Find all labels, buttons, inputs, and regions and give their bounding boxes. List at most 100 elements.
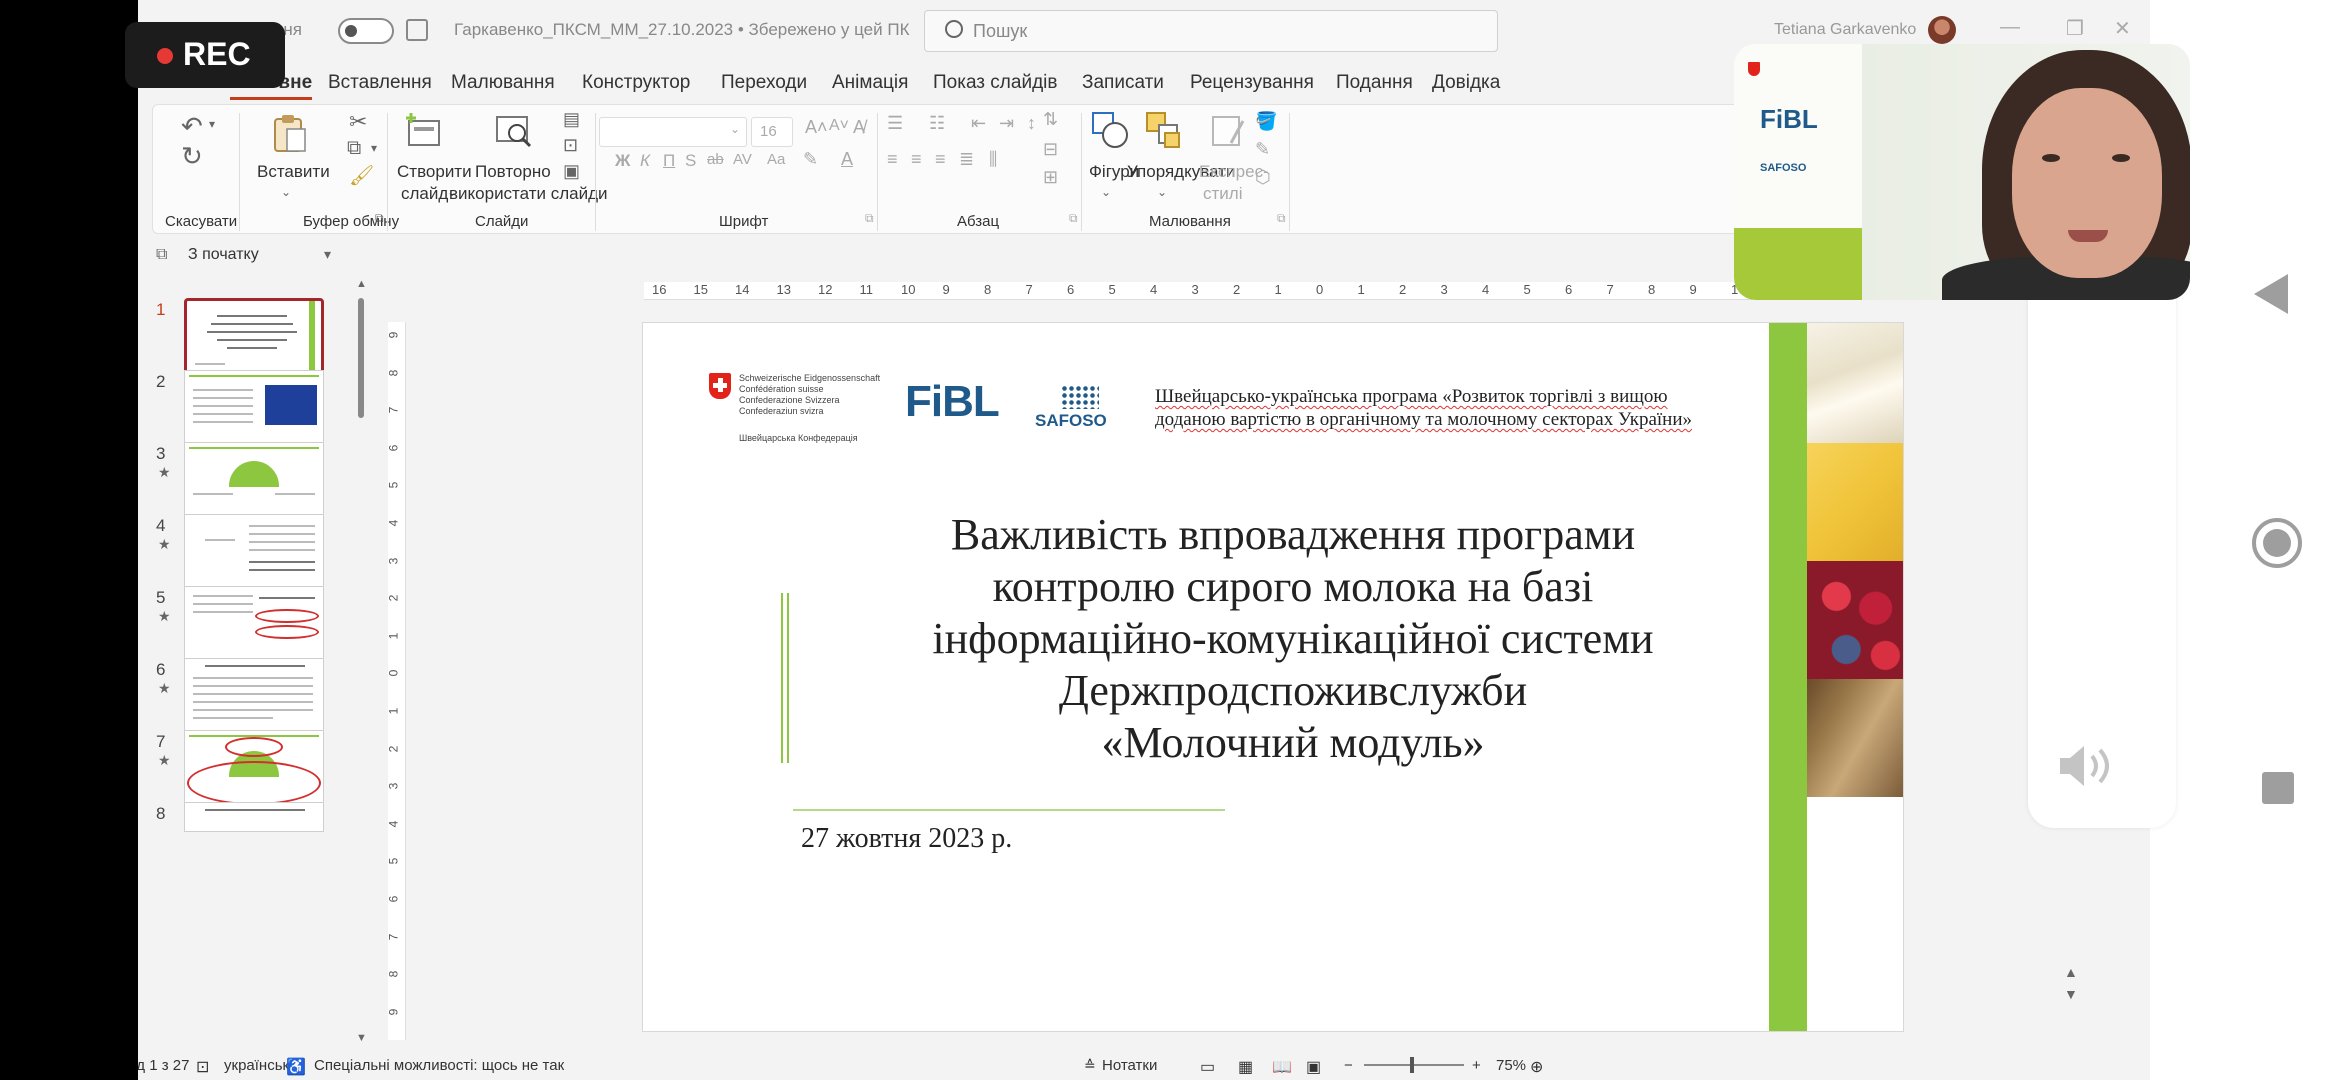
italic-icon[interactable]: К: [640, 151, 650, 171]
maximize-icon[interactable]: ❐: [2066, 16, 2084, 41]
slideshow-icon[interactable]: ⧉: [156, 246, 167, 264]
slide-counter[interactable]: Слайд 1 з 27: [138, 1057, 189, 1074]
notes-button[interactable]: Нотатки: [1102, 1057, 1157, 1074]
undo-dropdown-icon[interactable]: ▾: [209, 117, 215, 131]
slide-thumbnail-7[interactable]: [184, 730, 324, 810]
zoom-out-icon[interactable]: −: [1344, 1057, 1353, 1074]
close-icon[interactable]: ✕: [2114, 16, 2131, 41]
slide-thumbnail-2[interactable]: [184, 370, 324, 450]
text-direction-icon[interactable]: ⇅: [1043, 109, 1058, 130]
paste-icon[interactable]: [271, 113, 309, 153]
decrease-indent-icon[interactable]: ⇤: [971, 113, 986, 134]
slide-thumbnail-5[interactable]: [184, 586, 324, 666]
justify-icon[interactable]: ≣: [959, 149, 974, 170]
tab-insert[interactable]: Вставлення: [328, 72, 432, 94]
shapes-icon[interactable]: [1091, 111, 1129, 151]
search-input[interactable]: Пошук: [924, 10, 1498, 52]
paste-button[interactable]: Вставити: [257, 161, 330, 182]
prev-slide-icon[interactable]: ▲: [2064, 964, 2078, 980]
accessibility-label[interactable]: Спеціальні можливості: щось не так: [314, 1057, 564, 1074]
scroll-down-icon[interactable]: ▼: [356, 1032, 367, 1044]
highlight-icon[interactable]: ✎: [803, 149, 818, 170]
fit-to-window-icon[interactable]: ⊕: [1530, 1057, 1543, 1077]
decrease-font-icon[interactable]: A˅: [829, 117, 849, 135]
change-case-icon[interactable]: Aa: [767, 151, 785, 168]
new-slide-icon[interactable]: [405, 111, 443, 151]
normal-view-icon[interactable]: ▭: [1200, 1057, 1215, 1077]
accessibility-icon[interactable]: ♿: [286, 1057, 306, 1077]
format-painter-icon[interactable]: 🖌: [349, 163, 374, 188]
tab-help[interactable]: Довідка: [1432, 72, 1500, 94]
scroll-up-icon[interactable]: ▲: [356, 278, 367, 290]
recent-apps-icon[interactable]: [2262, 772, 2294, 804]
shape-fill-icon[interactable]: 🪣: [1255, 111, 1277, 132]
tab-transitions[interactable]: Переходи: [721, 72, 807, 94]
arrange-dropdown-icon[interactable]: ⌄: [1157, 185, 1167, 199]
reuse-slides-icon[interactable]: [495, 111, 533, 151]
save-icon[interactable]: [406, 19, 428, 41]
tab-animations[interactable]: Анімація: [832, 72, 908, 94]
new-slide-label-1[interactable]: Створити: [397, 161, 472, 182]
zoom-slider-thumb[interactable]: [1410, 1057, 1414, 1073]
zoom-slider[interactable]: [1364, 1064, 1464, 1066]
undo-icon[interactable]: ↶: [181, 111, 203, 142]
smartart-icon[interactable]: ⊞: [1043, 167, 1058, 188]
spellcheck-icon[interactable]: ⊡: [196, 1057, 209, 1077]
font-launcher-icon[interactable]: ⧉: [865, 211, 874, 226]
notes-icon[interactable]: ≙: [1084, 1057, 1096, 1074]
spacing-icon[interactable]: AV: [733, 151, 752, 168]
avatar[interactable]: [1928, 16, 1956, 44]
align-left-icon[interactable]: ≡: [887, 149, 898, 170]
slide-thumbnail-1[interactable]: [184, 298, 324, 378]
increase-indent-icon[interactable]: ⇥: [999, 113, 1014, 134]
strikethrough-icon[interactable]: ab: [707, 151, 724, 168]
home-icon[interactable]: [2252, 518, 2302, 568]
redo-icon[interactable]: ↻: [181, 141, 203, 172]
shape-outline-icon[interactable]: ✎: [1255, 139, 1270, 160]
increase-font-icon[interactable]: A˄: [805, 117, 828, 138]
section-icon[interactable]: ▣: [563, 161, 580, 182]
user-name[interactable]: Tetiana Garkavenko: [1774, 21, 1916, 39]
layout-icon[interactable]: ▤: [563, 109, 580, 130]
recording-badge[interactable]: REC: [125, 22, 285, 88]
document-title[interactable]: Гаркавенко_ПКСМ_ММ_27.10.2023 • Збережен…: [454, 20, 909, 40]
slideshow-view-icon[interactable]: ▣: [1306, 1057, 1321, 1077]
bullets-icon[interactable]: ☰: [887, 113, 903, 134]
next-slide-icon[interactable]: ▼: [2064, 986, 2078, 1002]
font-size-combo[interactable]: 16: [751, 117, 793, 147]
line-spacing-icon[interactable]: ↕: [1027, 113, 1036, 134]
numbering-icon[interactable]: ☷: [929, 113, 945, 134]
slide-canvas[interactable]: Schweizerische Eidgenossenschaft Confédé…: [642, 322, 1904, 1032]
paragraph-launcher-icon[interactable]: ⧉: [1069, 211, 1078, 226]
tab-review[interactable]: Рецензування: [1190, 72, 1314, 94]
clear-format-icon[interactable]: A̸: [853, 117, 865, 138]
customize-qat-icon[interactable]: ▾: [324, 246, 331, 263]
font-name-combo[interactable]: ⌄: [599, 117, 747, 147]
drawing-launcher-icon[interactable]: ⧉: [1277, 211, 1286, 226]
tab-view[interactable]: Подання: [1336, 72, 1413, 94]
font-color-icon[interactable]: A: [841, 149, 853, 170]
reset-icon[interactable]: ⊡: [563, 135, 578, 156]
slide-sorter-icon[interactable]: ▦: [1238, 1057, 1253, 1077]
shape-effects-icon[interactable]: ⬡: [1255, 167, 1271, 188]
tab-record[interactable]: Записати: [1082, 72, 1164, 94]
reuse-slides-label-2[interactable]: використати слайди: [449, 183, 608, 204]
tab-draw[interactable]: Малювання: [451, 72, 555, 94]
tab-slideshow[interactable]: Показ слайдів: [933, 72, 1057, 94]
speaker-icon[interactable]: [2056, 742, 2112, 790]
cut-icon[interactable]: ✂: [349, 109, 367, 135]
thumbnails-scrollbar[interactable]: ▲ ▼: [356, 278, 367, 1044]
zoom-level[interactable]: 75%: [1496, 1057, 1526, 1074]
from-start-button[interactable]: З початку: [188, 246, 259, 264]
new-slide-label-2[interactable]: слайд: [401, 183, 448, 204]
copy-icon[interactable]: ⧉: [347, 137, 361, 160]
tab-design[interactable]: Конструктор: [582, 72, 690, 94]
underline-icon[interactable]: П: [663, 151, 675, 171]
shapes-dropdown-icon[interactable]: ⌄: [1101, 185, 1111, 199]
columns-icon[interactable]: ⫼: [989, 149, 997, 170]
autosave-toggle[interactable]: [338, 18, 394, 44]
zoom-in-icon[interactable]: +: [1472, 1057, 1481, 1074]
minimize-icon[interactable]: —: [2000, 16, 2020, 39]
slide-thumbnail-8[interactable]: [184, 802, 324, 832]
align-center-icon[interactable]: ≡: [911, 149, 922, 170]
